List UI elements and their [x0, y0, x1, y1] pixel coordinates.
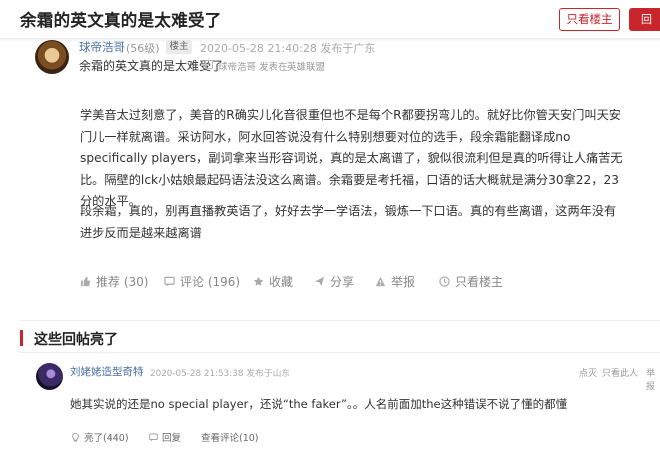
reply-button[interactable]: 回: [629, 8, 660, 31]
comment-icon: [164, 276, 175, 287]
share-icon: [314, 276, 325, 287]
view-replies-link[interactable]: 查看评论(10): [201, 430, 259, 444]
reply-text: 她其实说的还是no special player，还说“the faker”。。…: [70, 397, 568, 411]
light-button[interactable]: 亮了(440): [71, 430, 129, 444]
reply-reply-button[interactable]: 回复: [149, 430, 181, 444]
reply-author-avatar[interactable]: [36, 363, 63, 390]
divider: [20, 352, 660, 353]
recommend-label: 推荐 (30): [96, 275, 149, 289]
star-icon: [253, 276, 264, 286]
document-icon: [205, 60, 213, 69]
post-paragraph-2: 段余霜，真的，别再直播教英语了，好好去学一学语法，锻炼一下口语。真的有些离谱，这…: [80, 204, 617, 240]
post-meta: 2020-05-28 21:40:28 发布于广东: [200, 42, 376, 55]
share-label: 分享: [330, 275, 355, 289]
hot-replies-title: 这些回帖亮了: [34, 332, 118, 348]
light-icon: [72, 433, 79, 442]
recommend-button[interactable]: 推荐 (30): [80, 273, 148, 289]
share-button[interactable]: 分享: [314, 273, 354, 289]
thumbs-up-icon: [80, 276, 91, 287]
post-paragraph-1: 学美音太过刻意了，美音的R确实儿化音很重但也不是每个R都要拐弯儿的。就好比你管天…: [80, 108, 623, 208]
reply-author-name[interactable]: 刘姥姥造型奇特: [70, 364, 144, 379]
author-level: (56级): [126, 42, 160, 55]
op-badge: 楼主: [166, 40, 192, 54]
board-link[interactable]: 英雄联盟: [287, 59, 325, 73]
reply-icon: [149, 433, 158, 442]
only-this-user-link[interactable]: 只看此人: [602, 366, 638, 379]
dislike-link[interactable]: 点灭: [579, 366, 597, 379]
thread-title: 余霜的英文真的是太难受了: [20, 11, 222, 30]
only-op-label: 只看楼主: [455, 275, 504, 289]
reply-report-link[interactable]: 举报: [646, 366, 660, 392]
comment-label: 评论 (196): [180, 275, 241, 289]
only-op-button[interactable]: 只看楼主: [559, 8, 620, 31]
favorite-button[interactable]: 收藏: [253, 273, 293, 289]
reply-reply-label: 回复: [162, 433, 182, 444]
section-accent-bar: [20, 330, 23, 346]
comment-button[interactable]: 评论 (196): [164, 273, 240, 289]
post-title: 余霜的英文真的是太难受了: [79, 59, 224, 73]
report-label: 举报: [391, 275, 416, 289]
post-sub-meta: 球帝浩哥 发表在: [218, 62, 288, 73]
warning-icon: [375, 276, 386, 287]
favorite-label: 收藏: [269, 275, 294, 289]
divider: [20, 320, 660, 321]
reply-meta: 2020-05-28 21:53:38 发布于山东: [150, 369, 291, 379]
only-op-link[interactable]: 只看楼主: [439, 273, 503, 289]
light-label: 亮了(440): [84, 433, 129, 444]
author-avatar[interactable]: [35, 40, 69, 74]
clock-icon: [439, 276, 450, 287]
author-name[interactable]: 球帝浩哥: [79, 39, 125, 55]
report-button[interactable]: 举报: [375, 273, 415, 289]
